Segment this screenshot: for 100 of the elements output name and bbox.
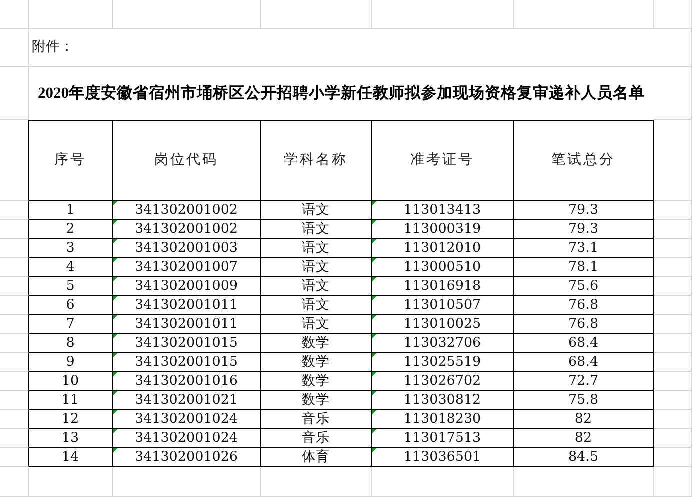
table-cell: 数学 <box>261 391 372 410</box>
empty-cell <box>654 220 692 239</box>
empty-cell <box>654 391 692 410</box>
table-cell: 11 <box>29 391 113 410</box>
table-cell: 体育 <box>261 448 372 467</box>
empty-cell <box>654 0 692 29</box>
table-cell: 79.3 <box>514 201 654 220</box>
table-cell: 113013413 <box>372 201 514 220</box>
table-cell: 341302001011 <box>113 296 261 315</box>
table-cell: 音乐 <box>261 429 372 448</box>
table-cell: 113000319 <box>372 220 514 239</box>
table-cell: 75.8 <box>514 391 654 410</box>
table-cell: 8 <box>29 334 113 353</box>
table-cell: 341302001016 <box>113 372 261 391</box>
column-header: 准考证号 <box>372 120 514 201</box>
empty-cell <box>0 67 29 120</box>
table-cell: 7 <box>29 315 113 334</box>
empty-cell <box>654 277 692 296</box>
table-cell: 76.8 <box>514 296 654 315</box>
table-cell: 113032706 <box>372 334 514 353</box>
table-cell: 12 <box>29 410 113 429</box>
empty-cell <box>0 277 29 296</box>
empty-cell <box>0 334 29 353</box>
table-cell: 14 <box>29 448 113 467</box>
empty-cell <box>654 315 692 334</box>
table-cell: 341302001002 <box>113 220 261 239</box>
table-cell: 2 <box>29 220 113 239</box>
table-cell: 语文 <box>261 296 372 315</box>
table-cell: 113018230 <box>372 410 514 429</box>
table-cell: 113030812 <box>372 391 514 410</box>
table-cell: 341302001024 <box>113 410 261 429</box>
table-cell: 5 <box>29 277 113 296</box>
empty-cell <box>654 353 692 372</box>
empty-cell <box>654 239 692 258</box>
table-cell: 113012010 <box>372 239 514 258</box>
table-cell: 341302001015 <box>113 334 261 353</box>
table-cell: 341302001021 <box>113 391 261 410</box>
table-cell: 语文 <box>261 239 372 258</box>
empty-cell <box>654 467 692 497</box>
table-cell: 72.7 <box>514 372 654 391</box>
table-cell: 数学 <box>261 372 372 391</box>
table-cell: 数学 <box>261 334 372 353</box>
table-cell: 79.3 <box>514 220 654 239</box>
table-cell: 113010025 <box>372 315 514 334</box>
column-header: 序号 <box>29 120 113 201</box>
table-cell: 1 <box>29 201 113 220</box>
table-cell: 数学 <box>261 353 372 372</box>
empty-cell <box>654 410 692 429</box>
table-cell: 341302001003 <box>113 239 261 258</box>
table-cell: 113017513 <box>372 429 514 448</box>
empty-cell <box>0 239 29 258</box>
table-cell: 6 <box>29 296 113 315</box>
table-cell: 13 <box>29 429 113 448</box>
column-header: 笔试总分 <box>514 120 654 201</box>
empty-cell <box>654 201 692 220</box>
empty-cell <box>0 353 29 372</box>
table-cell: 341302001024 <box>113 429 261 448</box>
sheet-title: 2020年度安徽省宿州市埇桥区公开招聘小学新任教师拟参加现场资格复审递补人员名单 <box>38 84 645 104</box>
table-cell: 82 <box>514 410 654 429</box>
empty-cell <box>0 391 29 410</box>
table-cell: 341302001007 <box>113 258 261 277</box>
table-cell: 3 <box>29 239 113 258</box>
table-cell: 语文 <box>261 277 372 296</box>
table-cell: 68.4 <box>514 353 654 372</box>
table-cell: 语文 <box>261 220 372 239</box>
table-cell: 78.1 <box>514 258 654 277</box>
empty-cell <box>0 201 29 220</box>
table-cell: 84.5 <box>514 448 654 467</box>
table-cell: 341302001015 <box>113 353 261 372</box>
table-cell: 341302001009 <box>113 277 261 296</box>
empty-cell <box>654 372 692 391</box>
table-cell: 75.6 <box>514 277 654 296</box>
empty-cell <box>0 315 29 334</box>
empty-cell <box>0 467 29 497</box>
empty-cell <box>0 296 29 315</box>
column-header: 学科名称 <box>261 120 372 201</box>
table-cell: 113000510 <box>372 258 514 277</box>
attachment-label: 附件： <box>32 38 74 57</box>
table-cell: 113036501 <box>372 448 514 467</box>
table-cell: 76.8 <box>514 315 654 334</box>
table-cell: 82 <box>514 429 654 448</box>
table-cell: 语文 <box>261 258 372 277</box>
table-cell: 73.1 <box>514 239 654 258</box>
column-header: 岗位代码 <box>113 120 261 201</box>
table-cell: 113026702 <box>372 372 514 391</box>
table-cell: 113025519 <box>372 353 514 372</box>
empty-cell <box>0 448 29 467</box>
empty-cell <box>0 0 29 29</box>
table-cell: 语文 <box>261 315 372 334</box>
empty-cell <box>0 410 29 429</box>
table-cell: 68.4 <box>514 334 654 353</box>
table-cell: 10 <box>29 372 113 391</box>
table-cell: 语文 <box>261 201 372 220</box>
table-cell: 113010507 <box>372 296 514 315</box>
table-cell: 4 <box>29 258 113 277</box>
table-cell: 音乐 <box>261 410 372 429</box>
table-cell: 341302001026 <box>113 448 261 467</box>
empty-cell <box>654 296 692 315</box>
empty-cell <box>0 429 29 448</box>
empty-cell <box>654 429 692 448</box>
